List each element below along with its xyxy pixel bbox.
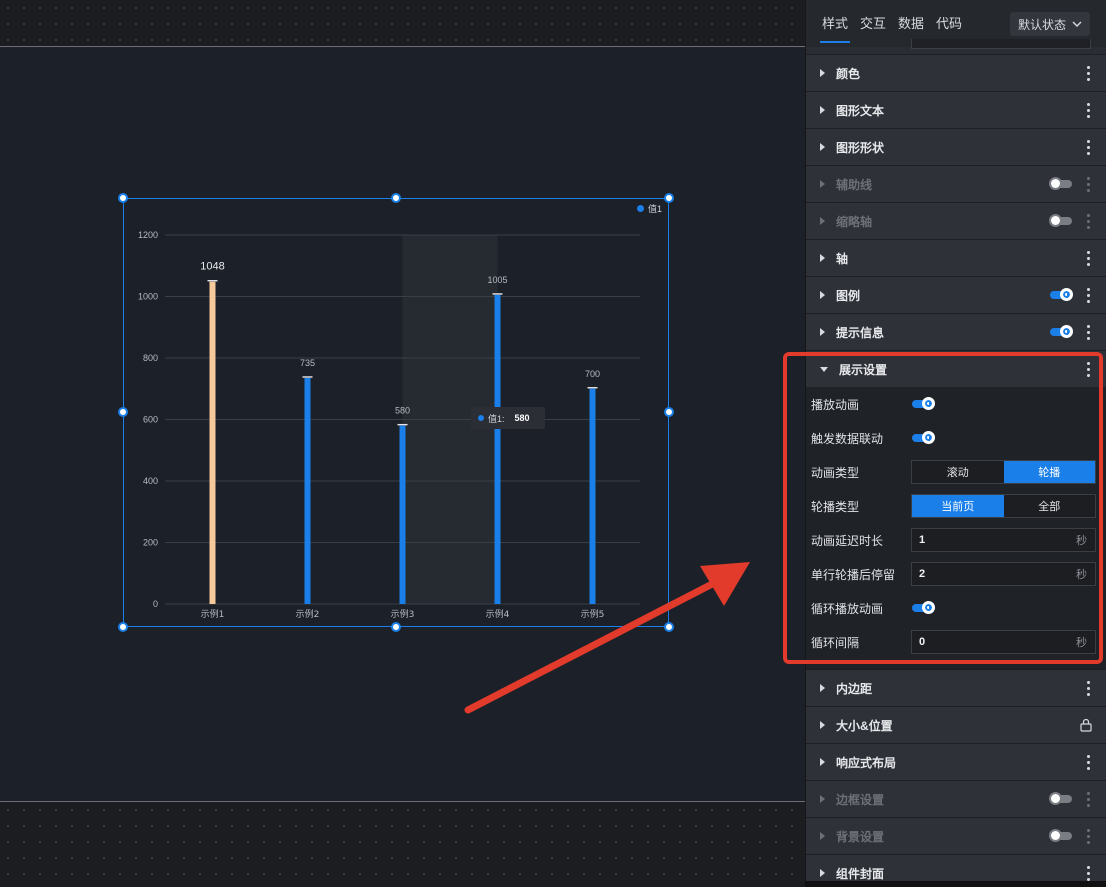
expand-icon xyxy=(820,721,825,729)
more-icon[interactable] xyxy=(1087,829,1090,844)
status-bar xyxy=(805,881,1106,887)
section-title: 辅助线 xyxy=(836,177,873,192)
more-icon[interactable] xyxy=(1087,66,1090,81)
state-select-value: 默认状态 xyxy=(1018,17,1067,32)
panel-tabs: 样式 交互 数据 代码 默认状态 xyxy=(806,0,1106,49)
section-shape[interactable]: 图形形状 xyxy=(806,128,1106,165)
section-size-position[interactable]: 大小&位置 xyxy=(806,706,1106,743)
section-zoom-axis[interactable]: 缩略轴 xyxy=(806,202,1106,239)
more-icon[interactable] xyxy=(1087,681,1090,696)
more-icon[interactable] xyxy=(1087,140,1090,155)
expand-icon xyxy=(820,795,825,803)
section-title: 提示信息 xyxy=(836,325,885,340)
zoom-axis-toggle[interactable] xyxy=(1049,214,1072,227)
section-border[interactable]: 边框设置 xyxy=(806,780,1106,817)
section-title: 大小&位置 xyxy=(836,718,893,733)
expand-icon xyxy=(820,69,825,77)
tab-style[interactable]: 样式 xyxy=(816,0,854,47)
section-color[interactable]: 颜色 xyxy=(806,54,1106,91)
canvas-bottom-ruler xyxy=(0,801,805,887)
section-guide-line[interactable]: 辅助线 xyxy=(806,165,1106,202)
expand-icon xyxy=(820,328,825,336)
section-title: 轴 xyxy=(836,251,849,266)
section-shape-text[interactable]: 图形文本 xyxy=(806,91,1106,128)
more-icon[interactable] xyxy=(1087,325,1090,340)
lock-icon[interactable] xyxy=(1080,718,1092,732)
highlight-box xyxy=(783,352,1103,664)
background-toggle[interactable] xyxy=(1049,829,1072,842)
more-icon[interactable] xyxy=(1087,866,1090,881)
expand-icon xyxy=(820,758,825,766)
annotation-arrow xyxy=(464,562,750,714)
section-title: 内边距 xyxy=(836,681,873,696)
chevron-down-icon xyxy=(1072,21,1082,27)
more-icon[interactable] xyxy=(1087,755,1090,770)
section-title: 边框设置 xyxy=(836,792,885,807)
more-icon[interactable] xyxy=(1087,214,1090,229)
more-icon[interactable] xyxy=(1087,288,1090,303)
guide-line-toggle[interactable] xyxy=(1049,177,1072,190)
expand-icon xyxy=(820,291,825,299)
section-axis[interactable]: 轴 xyxy=(806,239,1106,276)
section-title: 图例 xyxy=(836,288,861,303)
expand-icon xyxy=(820,217,825,225)
tooltip-toggle[interactable] xyxy=(1050,325,1073,338)
more-icon[interactable] xyxy=(1087,792,1090,807)
section-title: 缩略轴 xyxy=(836,214,873,229)
section-title: 背景设置 xyxy=(836,829,885,844)
border-toggle[interactable] xyxy=(1049,792,1072,805)
expand-icon xyxy=(820,254,825,262)
hidden-input-strip xyxy=(911,39,1091,49)
expand-icon xyxy=(820,684,825,692)
section-background[interactable]: 背景设置 xyxy=(806,817,1106,854)
expand-icon xyxy=(820,106,825,114)
section-padding[interactable]: 内边距 xyxy=(806,669,1106,706)
section-title: 图形文本 xyxy=(836,103,885,118)
tab-interaction[interactable]: 交互 xyxy=(854,0,892,47)
section-legend[interactable]: 图例 xyxy=(806,276,1106,313)
expand-icon xyxy=(820,143,825,151)
more-icon[interactable] xyxy=(1087,103,1090,118)
section-title: 响应式布局 xyxy=(836,755,897,770)
more-icon[interactable] xyxy=(1087,251,1090,266)
expand-icon xyxy=(820,832,825,840)
section-title: 图形形状 xyxy=(836,140,885,155)
section-tooltip[interactable]: 提示信息 xyxy=(806,313,1106,350)
expand-icon xyxy=(820,180,825,188)
state-select[interactable]: 默认状态 xyxy=(1010,12,1090,36)
section-responsive-layout[interactable]: 响应式布局 xyxy=(806,743,1106,780)
legend-toggle[interactable] xyxy=(1050,288,1073,301)
section-title: 颜色 xyxy=(836,66,861,81)
expand-icon xyxy=(820,869,825,877)
more-icon[interactable] xyxy=(1087,177,1090,192)
section-title: 组件封面 xyxy=(836,866,885,881)
